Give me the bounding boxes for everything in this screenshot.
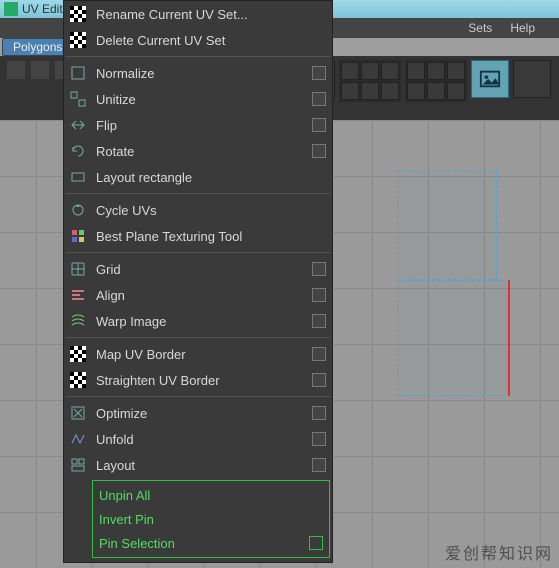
- menu-separator: [66, 193, 330, 194]
- optimize-icon: [68, 403, 88, 423]
- checker-icon: [68, 30, 88, 50]
- dist-btn[interactable]: [407, 82, 425, 100]
- rotate-icon: [68, 141, 88, 161]
- tool-button[interactable]: [6, 60, 26, 80]
- image-settings-button[interactable]: [513, 60, 551, 98]
- menu-optimize[interactable]: Optimize: [64, 400, 332, 426]
- option-box[interactable]: [312, 314, 326, 328]
- dist-btn[interactable]: [407, 62, 425, 80]
- menu-delete-uv-set[interactable]: Delete Current UV Set: [64, 27, 332, 53]
- best-plane-icon: [68, 226, 88, 246]
- checker-icon: [68, 4, 88, 24]
- layout-icon: [68, 455, 88, 475]
- menu-layout-rectangle[interactable]: Layout rectangle: [64, 164, 332, 190]
- dist-btn[interactable]: [427, 82, 445, 100]
- uv-shell[interactable]: [397, 280, 510, 396]
- dist-btn[interactable]: [447, 62, 465, 80]
- align-cluster: [339, 60, 401, 102]
- normalize-icon: [68, 63, 88, 83]
- menu-layout[interactable]: Layout: [64, 452, 332, 478]
- uv-context-menu: Rename Current UV Set... Delete Current …: [63, 0, 333, 563]
- menu-help[interactable]: Help: [510, 21, 535, 35]
- watermark-text: 爱创帮知识网: [445, 540, 553, 564]
- image-icon: [479, 68, 501, 90]
- dist-btn[interactable]: [427, 62, 445, 80]
- warp-icon: [68, 311, 88, 331]
- menu-rename-uv-set[interactable]: Rename Current UV Set...: [64, 1, 332, 27]
- option-box[interactable]: [312, 432, 326, 446]
- align-icon: [68, 285, 88, 305]
- align-btn[interactable]: [341, 82, 359, 100]
- menu-separator: [66, 337, 330, 338]
- uv-shell[interactable]: [397, 170, 497, 280]
- grid-icon: [68, 259, 88, 279]
- menu-unitize[interactable]: Unitize: [64, 86, 332, 112]
- menu-invert-pin[interactable]: Invert Pin: [95, 507, 327, 531]
- menu-sets[interactable]: Sets: [468, 21, 492, 35]
- unitize-icon: [68, 89, 88, 109]
- align-btn[interactable]: [341, 62, 359, 80]
- option-box[interactable]: [312, 92, 326, 106]
- tool-button[interactable]: [30, 60, 50, 80]
- menu-rotate[interactable]: Rotate: [64, 138, 332, 164]
- menu-unpin-all[interactable]: Unpin All: [95, 483, 327, 507]
- option-box[interactable]: [312, 118, 326, 132]
- toolbar-right: [295, 56, 553, 106]
- menu-straighten-uv-border[interactable]: Straighten UV Border: [64, 367, 332, 393]
- unfold-icon: [68, 429, 88, 449]
- menu-separator: [66, 396, 330, 397]
- layout-rect-icon: [68, 167, 88, 187]
- menu-normalize[interactable]: Normalize: [64, 60, 332, 86]
- option-box[interactable]: [312, 66, 326, 80]
- option-box[interactable]: [312, 288, 326, 302]
- selected-edge[interactable]: [508, 280, 510, 396]
- menu-cycle-uvs[interactable]: Cycle UVs: [64, 197, 332, 223]
- menu-pin-selection[interactable]: Pin Selection: [95, 531, 327, 555]
- flip-icon: [68, 115, 88, 135]
- map-border-icon: [68, 344, 88, 364]
- menu-align[interactable]: Align: [64, 282, 332, 308]
- app-icon: [4, 2, 18, 16]
- option-box[interactable]: [312, 406, 326, 420]
- align-btn[interactable]: [361, 82, 379, 100]
- image-display-button[interactable]: [471, 60, 509, 98]
- align-btn[interactable]: [381, 62, 399, 80]
- distribute-cluster: [405, 60, 467, 102]
- menu-flip[interactable]: Flip: [64, 112, 332, 138]
- cycle-icon: [68, 200, 88, 220]
- dist-btn[interactable]: [447, 82, 465, 100]
- menu-warp-image[interactable]: Warp Image: [64, 308, 332, 334]
- option-box[interactable]: [312, 262, 326, 276]
- option-box[interactable]: [312, 144, 326, 158]
- option-box[interactable]: [312, 373, 326, 387]
- menu-best-plane-texturing[interactable]: Best Plane Texturing Tool: [64, 223, 332, 249]
- align-btn[interactable]: [381, 82, 399, 100]
- straighten-icon: [68, 370, 88, 390]
- menu-map-uv-border[interactable]: Map UV Border: [64, 341, 332, 367]
- option-box[interactable]: [312, 347, 326, 361]
- option-box[interactable]: [309, 536, 323, 550]
- align-btn[interactable]: [361, 62, 379, 80]
- menu-separator: [66, 56, 330, 57]
- pin-menu-group: Unpin All Invert Pin Pin Selection: [92, 480, 330, 558]
- option-box[interactable]: [312, 458, 326, 472]
- menu-unfold[interactable]: Unfold: [64, 426, 332, 452]
- menu-grid[interactable]: Grid: [64, 256, 332, 282]
- menu-separator: [66, 252, 330, 253]
